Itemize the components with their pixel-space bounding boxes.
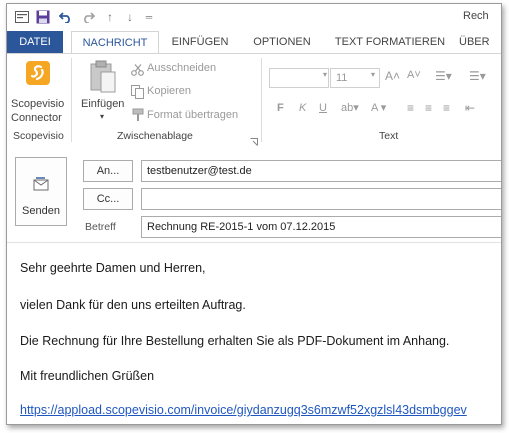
numbered-list-icon[interactable]: ☰▾	[469, 69, 486, 83]
send-icon	[33, 176, 51, 195]
subject-label: Betreff	[85, 221, 116, 233]
scopevisio-connector-label-1[interactable]: Scopevisio	[11, 98, 64, 110]
underline-button[interactable]: U	[319, 102, 327, 114]
paste-dropdown-icon[interactable]: ▾	[100, 112, 104, 121]
title-bar: ↑ ↓ ═ Rech	[7, 4, 501, 29]
tab-nachricht[interactable]: NACHRICHT	[71, 31, 159, 54]
align-right-icon[interactable]: ≡	[443, 101, 450, 115]
tab-einfuegen[interactable]: EINFÜGEN	[165, 31, 235, 54]
paste-icon[interactable]	[89, 60, 117, 99]
align-center-icon[interactable]: ≡	[425, 101, 432, 115]
tab-datei[interactable]: DATEI	[7, 31, 63, 54]
highlight-icon[interactable]: ab▾	[341, 101, 359, 114]
font-name-field[interactable]	[269, 68, 329, 88]
tab-text-formatieren[interactable]: TEXT FORMATIEREN	[331, 31, 449, 54]
cc-button[interactable]: Cc...	[83, 188, 133, 210]
scissors-icon[interactable]	[131, 63, 145, 81]
align-left-icon[interactable]: ≡	[407, 101, 414, 115]
bold-button[interactable]: F	[277, 102, 284, 114]
font-color-icon[interactable]: A ▾	[371, 101, 386, 114]
compose-header: Senden An... testbenutzer@test.de Cc... …	[7, 146, 501, 243]
group-label-clipboard: Zwischenablage	[117, 130, 193, 142]
grow-font-icon[interactable]: A˄	[385, 69, 400, 83]
copy-icon[interactable]	[131, 85, 145, 104]
italic-button[interactable]: K	[299, 102, 306, 114]
mail-icon[interactable]	[13, 9, 31, 25]
group-label-text: Text	[379, 130, 399, 142]
tab-ueberpruefen[interactable]: ÜBER	[459, 31, 501, 54]
send-label: Senden	[22, 205, 60, 217]
shrink-font-icon[interactable]: A˅	[407, 69, 421, 81]
scopevisio-connector-label-2[interactable]: Connector	[11, 112, 62, 124]
subject-field[interactable]: Rechnung RE-2015-1 vom 07.12.2015	[141, 216, 501, 238]
font-size-dropdown-icon[interactable]: ▾	[371, 70, 375, 79]
customize-icon[interactable]: ═	[143, 9, 155, 25]
to-button[interactable]: An...	[83, 160, 133, 182]
body-line-2: Die Rechnung für Ihre Bestellung erhalte…	[20, 334, 450, 348]
invoice-link[interactable]: https://appload.scopevisio.com/invoice/g…	[20, 403, 467, 417]
ribbon: Scopevisio Connector Scopevisio Einfügen…	[7, 53, 501, 147]
body-greeting: Sehr geehrte Damen und Herren,	[20, 261, 206, 275]
window-title: Rech	[463, 10, 489, 22]
group-separator	[261, 58, 262, 142]
group-separator	[71, 58, 72, 142]
font-name-dropdown-icon[interactable]: ▾	[323, 70, 327, 79]
redo-icon[interactable]	[79, 9, 97, 25]
down-arrow-icon[interactable]: ↓	[123, 9, 137, 25]
to-field[interactable]: testbenutzer@test.de	[141, 160, 501, 182]
body-closing: Mit freundlichen Grüßen	[20, 369, 155, 383]
cut-button[interactable]: Ausschneiden	[147, 62, 216, 74]
paste-button[interactable]: Einfügen	[81, 98, 124, 110]
tab-optionen[interactable]: OPTIONEN	[247, 31, 317, 54]
up-arrow-icon[interactable]: ↑	[103, 9, 117, 25]
message-body[interactable]: Sehr geehrte Damen und Herren, vielen Da…	[7, 243, 501, 424]
group-label-scopevisio: Scopevisio	[13, 130, 64, 142]
decrease-indent-icon[interactable]: ⇤	[465, 101, 475, 115]
send-button[interactable]: Senden	[15, 157, 67, 226]
ribbon-tabs: DATEI NACHRICHT EINFÜGEN OPTIONEN TEXT F…	[7, 31, 501, 54]
format-painter-button[interactable]: Format übertragen	[147, 109, 238, 121]
undo-icon[interactable]	[57, 9, 75, 25]
scopevisio-icon[interactable]	[26, 61, 50, 90]
outlook-compose-window: ↑ ↓ ═ Rech DATEI NACHRICHT EINFÜGEN OPTI…	[6, 3, 502, 425]
copy-button[interactable]: Kopieren	[147, 85, 191, 97]
bullet-list-icon[interactable]: ☰▾	[435, 69, 452, 83]
save-icon[interactable]	[34, 9, 52, 25]
format-painter-icon[interactable]	[131, 108, 145, 127]
cc-field[interactable]	[141, 188, 501, 210]
body-line-1: vielen Dank für den uns erteilten Auftra…	[20, 298, 246, 312]
